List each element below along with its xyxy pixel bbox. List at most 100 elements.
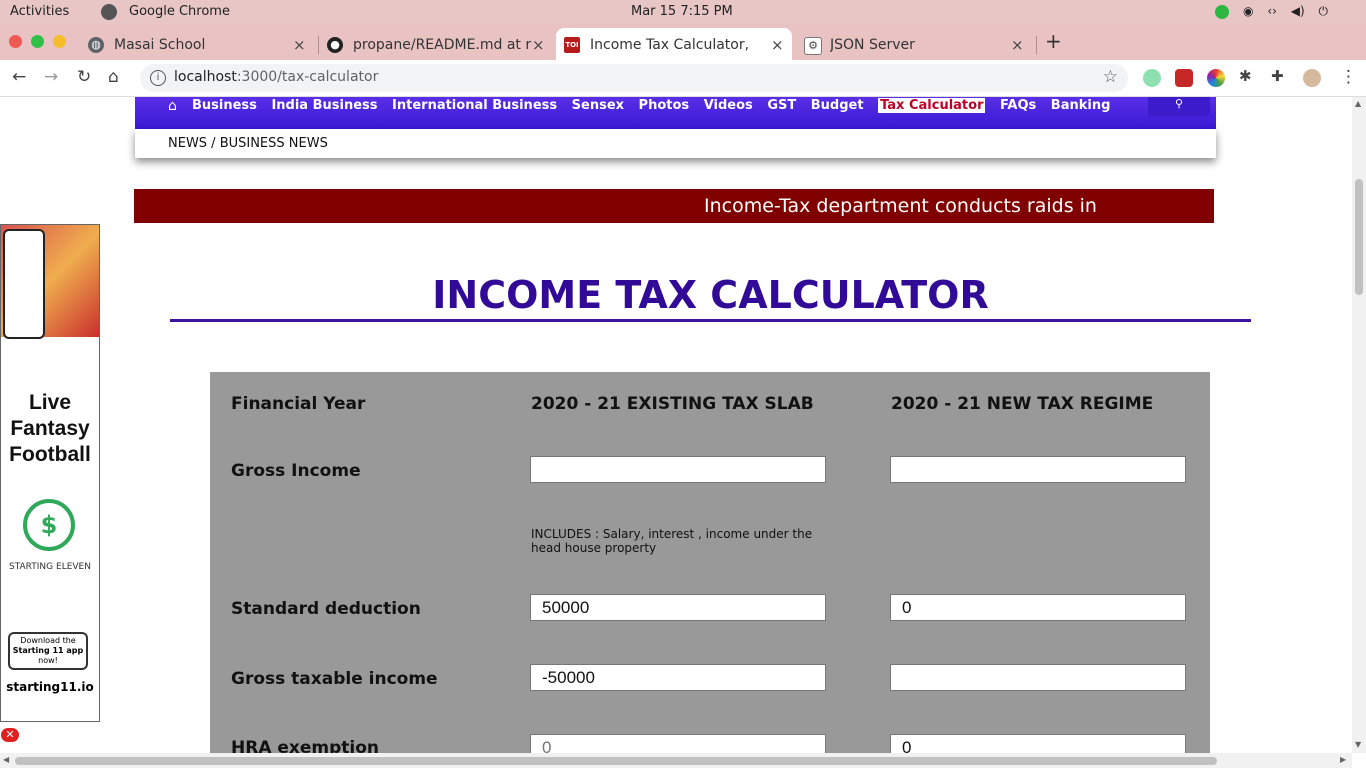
clock[interactable]: Mar 15 7:15 PM <box>631 4 733 19</box>
globe-icon: ◍ <box>88 37 104 53</box>
site-navbar: ⌂ Business India Business International … <box>135 97 1216 129</box>
gross-income-existing-input[interactable] <box>530 456 826 483</box>
ad-brand: STARTING ELEVEN <box>9 562 91 572</box>
standard-deduction-new-input[interactable] <box>890 594 1186 621</box>
color-picker-icon[interactable] <box>1207 69 1225 87</box>
new-tab-button[interactable]: + <box>1045 29 1062 53</box>
hra-existing-input[interactable] <box>530 734 826 753</box>
nav-banking[interactable]: Banking <box>1051 98 1111 113</box>
extension-icon[interactable] <box>1143 69 1161 87</box>
nav-photos[interactable]: Photos <box>639 98 690 113</box>
search-icon: ⚲ <box>1174 97 1184 110</box>
close-tab-icon[interactable]: × <box>771 36 784 54</box>
address-bar[interactable]: i localhost:3000/tax-calculator ☆ <box>140 64 1128 92</box>
gross-taxable-new-input[interactable] <box>890 664 1186 691</box>
nav-india-business[interactable]: India Business <box>271 98 377 113</box>
menu-kebab-icon[interactable]: ⋮ <box>1340 67 1357 87</box>
bookmark-star-icon[interactable]: ☆ <box>1103 67 1118 87</box>
site-info-icon[interactable]: i <box>150 70 166 86</box>
forward-icon[interactable]: → <box>44 67 58 87</box>
includes-note: INCLUDES : Salary, interest , income und… <box>531 527 813 555</box>
standard-deduction-existing-input[interactable] <box>530 594 826 621</box>
system-tray[interactable]: ◉ ‹› ◀) ⏻ <box>1205 4 1328 19</box>
new-regime-header: 2020 - 21 NEW TAX REGIME <box>891 394 1154 414</box>
github-icon: ● <box>327 37 343 53</box>
financial-year-label: Financial Year <box>231 394 366 414</box>
gross-taxable-existing-input[interactable] <box>530 664 826 691</box>
ad-download-post: now! <box>38 656 58 665</box>
tab-masai-school[interactable]: ◍ Masai School × <box>80 28 316 60</box>
breadcrumb[interactable]: NEWS / BUSINESS NEWS <box>168 136 328 151</box>
ad-download-button[interactable]: Download the Starting 11 app now! <box>8 632 88 670</box>
whatsapp-icon <box>1215 4 1230 19</box>
nav-tax-calculator[interactable]: Tax Calculator <box>878 98 986 113</box>
close-window-button[interactable] <box>9 35 22 48</box>
tab-propane-readme[interactable]: ● propane/README.md at r × <box>319 28 555 60</box>
close-tab-icon[interactable]: × <box>293 36 306 54</box>
maximize-window-button[interactable] <box>31 35 44 48</box>
url-text[interactable]: localhost:3000/tax-calculator <box>174 69 378 85</box>
json-icon: ⚙ <box>804 37 822 55</box>
news-ticker: Income-Tax department conducts raids in … <box>134 189 1214 223</box>
horizontal-scroll-thumb[interactable] <box>15 757 1217 765</box>
existing-slab-header: 2020 - 21 EXISTING TAX SLAB <box>531 394 814 414</box>
gross-income-new-input[interactable] <box>890 456 1186 483</box>
chrome-icon <box>101 4 117 20</box>
hra-new-input[interactable] <box>890 734 1186 753</box>
nav-international-business[interactable]: International Business <box>392 98 557 113</box>
tab-strip: ◍ Masai School × ● propane/README.md at … <box>0 24 1366 60</box>
tab-title: JSON Server <box>830 37 915 53</box>
nav-business[interactable]: Business <box>192 98 257 113</box>
phone-image <box>3 229 45 339</box>
scroll-right-icon[interactable]: ▶ <box>1340 755 1346 764</box>
nav-links: Business India Business International Bu… <box>192 98 1120 113</box>
vertical-scroll-thumb[interactable] <box>1355 179 1363 295</box>
nav-budget[interactable]: Budget <box>811 98 864 113</box>
system-top-bar: Activities Google Chrome Mar 15 7:15 PM … <box>0 0 1366 24</box>
scroll-down-icon[interactable]: ▼ <box>1355 740 1361 749</box>
gross-income-label: Gross Income <box>231 461 361 481</box>
power-icon: ⏻ <box>1318 4 1329 18</box>
browser-toolbar: ← → ↻ ⌂ i localhost:3000/tax-calculator … <box>0 60 1366 97</box>
avatar[interactable] <box>1303 69 1321 87</box>
bug-icon[interactable]: ✱ <box>1239 67 1252 85</box>
puzzle-extensions-icon[interactable]: ✚ <box>1271 67 1284 85</box>
tax-calculator-form: Financial Year 2020 - 21 EXISTING TAX SL… <box>210 372 1210 753</box>
reload-icon[interactable]: ↻ <box>77 67 91 87</box>
back-icon[interactable]: ← <box>12 67 26 87</box>
scroll-left-icon[interactable]: ◀ <box>3 755 9 764</box>
ad-hero-image <box>1 225 99 339</box>
home-icon[interactable]: ⌂ <box>168 98 177 114</box>
extension-icon[interactable] <box>1175 69 1193 87</box>
ticker-text[interactable]: Income-Tax department conducts raids in … <box>704 195 1104 217</box>
nav-sensex[interactable]: Sensex <box>572 98 624 113</box>
tab-income-tax-calculator[interactable]: TOI Income Tax Calculator, Ca × <box>556 28 792 60</box>
hra-exemption-label: HRA exemption <box>231 738 380 753</box>
tab-title: propane/README.md at r <box>353 37 532 53</box>
side-advertisement[interactable]: Live Fantasy Football $ STARTING ELEVEN … <box>0 224 100 722</box>
ad-download-app: Starting 11 app <box>12 646 84 655</box>
network-icon: ‹› <box>1267 4 1277 18</box>
tab-title: Income Tax Calculator, Ca <box>590 37 750 53</box>
vertical-scrollbar[interactable]: ▲ ▼ <box>1352 97 1366 753</box>
close-tab-icon[interactable]: × <box>532 36 545 54</box>
starting-eleven-logo-icon: $ <box>23 499 75 551</box>
ad-close-icon[interactable]: ✕ <box>1 728 19 742</box>
nav-faqs[interactable]: FAQs <box>1000 98 1036 113</box>
app-name[interactable]: Google Chrome <box>129 4 230 19</box>
search-button[interactable]: ⚲ <box>1148 97 1210 116</box>
horizontal-scrollbar[interactable]: ◀ ▶ <box>0 753 1352 768</box>
extension-tray-icon: ◉ <box>1243 4 1254 18</box>
minimize-window-button[interactable] <box>53 35 66 48</box>
ad-headline: Live Fantasy Football <box>9 391 91 466</box>
tab-json-server[interactable]: ⚙ JSON Server × <box>796 28 1032 60</box>
close-tab-icon[interactable]: × <box>1011 36 1024 54</box>
nav-videos[interactable]: Videos <box>704 98 753 113</box>
nav-gst[interactable]: GST <box>767 98 796 113</box>
scroll-up-icon[interactable]: ▲ <box>1355 99 1361 108</box>
ad-download-pre: Download the <box>20 636 76 645</box>
activities-button[interactable]: Activities <box>10 4 69 19</box>
gross-taxable-income-label: Gross taxable income <box>231 669 438 689</box>
standard-deduction-label: Standard deduction <box>231 599 421 619</box>
home-icon[interactable]: ⌂ <box>108 67 119 87</box>
